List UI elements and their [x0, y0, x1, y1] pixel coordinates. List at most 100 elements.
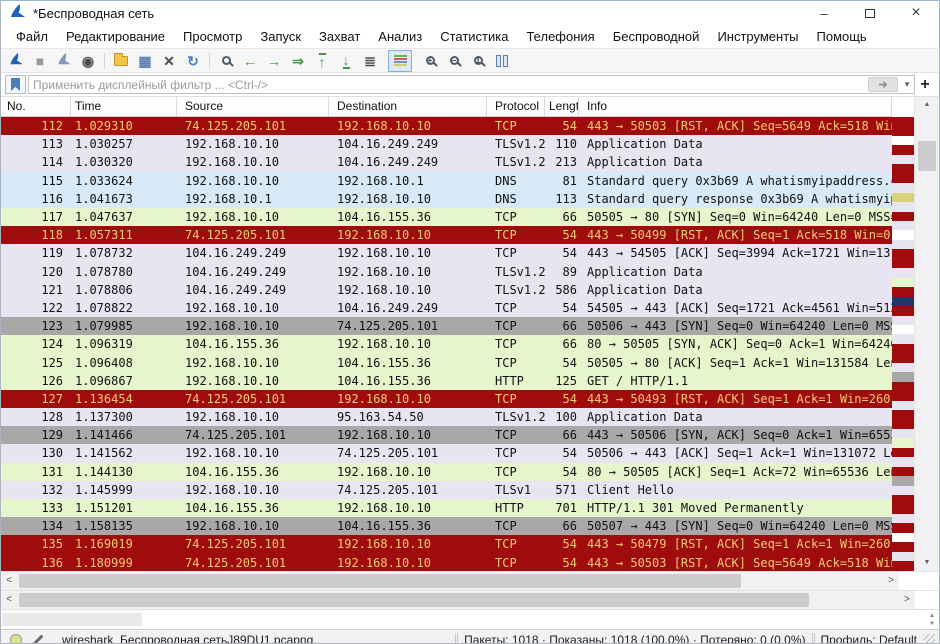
filter-bookmark-button[interactable] — [5, 75, 26, 94]
packet-row[interactable]: 1241.096319104.16.155.36192.168.10.10TCP… — [1, 335, 892, 353]
vertical-scrollbar-thumb[interactable] — [918, 141, 936, 171]
menu-item-go[interactable]: Запуск — [251, 27, 310, 46]
find-packet-button[interactable] — [214, 50, 238, 72]
packet-row[interactable]: 1181.05731174.125.205.101192.168.10.10TC… — [1, 226, 892, 244]
packet-row[interactable]: 1221.078822192.168.10.10104.16.249.249TC… — [1, 299, 892, 317]
reload-file-button[interactable]: ↻ — [181, 50, 205, 72]
scroll-right-icon[interactable]: > — [899, 591, 915, 609]
packet-row[interactable]: 1321.145999192.168.10.1074.125.205.101TL… — [1, 481, 892, 499]
packet-row[interactable]: 1211.078806104.16.249.249192.168.10.10TL… — [1, 281, 892, 299]
zoom-out-button[interactable]: − — [442, 50, 466, 72]
go-to-packet-button[interactable]: ⇒ — [286, 50, 310, 72]
scroll-right-icon[interactable]: > — [883, 572, 899, 590]
packet-proto: TLSv1.2 — [487, 155, 545, 169]
packet-row[interactable]: 1201.078780104.16.249.249192.168.10.10TL… — [1, 263, 892, 281]
auto-scroll-button[interactable]: ≣ — [358, 50, 382, 72]
scroll-left-icon[interactable]: < — [1, 572, 17, 590]
column-header-proto[interactable]: Protocol — [487, 97, 545, 116]
horizontal-scrollbar-thumb[interactable] — [19, 574, 741, 588]
horizontal-scrollbar-1[interactable]: < > — [1, 571, 939, 590]
packet-row[interactable]: 1251.096408192.168.10.10104.16.155.36TCP… — [1, 353, 892, 371]
save-file-button[interactable]: ▦ — [133, 50, 157, 72]
vertical-scrollbar[interactable]: ▲ ▼ — [914, 97, 939, 571]
close-button[interactable]: × — [893, 1, 939, 25]
colorize-button[interactable] — [388, 50, 412, 72]
packet-row[interactable]: 1151.033624192.168.10.10192.168.10.1DNS8… — [1, 172, 892, 190]
menu-item-tools[interactable]: Инструменты — [708, 27, 807, 46]
column-header-time[interactable]: Time — [71, 97, 177, 116]
menu-item-analyze[interactable]: Анализ — [369, 27, 431, 46]
packet-no: 130 — [1, 446, 71, 460]
menu-item-capture[interactable]: Захват — [310, 27, 369, 46]
start-capture-button[interactable] — [4, 50, 28, 72]
packet-row[interactable]: 1361.18099974.125.205.101192.168.10.10TC… — [1, 554, 892, 572]
packet-row[interactable]: 1171.047637192.168.10.10104.16.155.36TCP… — [1, 208, 892, 226]
packet-row[interactable]: 1351.16901974.125.205.101192.168.10.10TC… — [1, 535, 892, 553]
filter-dropdown-button[interactable]: ▾ — [900, 79, 914, 90]
spin-up-icon[interactable]: ▲ — [929, 612, 935, 620]
packet-row[interactable]: 1261.096867192.168.10.10104.16.155.36HTT… — [1, 372, 892, 390]
apply-filter-button[interactable]: ➜ — [868, 77, 898, 92]
scroll-left-icon[interactable]: < — [1, 591, 17, 609]
stop-capture-button[interactable]: ■ — [28, 50, 52, 72]
packet-row[interactable]: 1271.13645474.125.205.101192.168.10.10TC… — [1, 390, 892, 408]
column-header-no[interactable]: No. — [1, 97, 71, 116]
menu-item-view[interactable]: Просмотр — [174, 27, 251, 46]
packet-info: Client Hello — [579, 483, 892, 497]
profile-label[interactable]: Профиль: Default — [821, 633, 918, 644]
packet-row[interactable]: 1301.141562192.168.10.1074.125.205.101TC… — [1, 444, 892, 462]
packet-row[interactable]: 1161.041673192.168.10.1192.168.10.10DNS1… — [1, 190, 892, 208]
go-first-button[interactable]: ↑ — [310, 50, 334, 72]
spin-down-icon[interactable]: ▼ — [929, 620, 935, 628]
packet-row[interactable]: 1291.14146674.125.205.101192.168.10.10TC… — [1, 426, 892, 444]
column-header-src[interactable]: Source — [177, 97, 329, 116]
zoom-original-button[interactable]: 1 — [466, 50, 490, 72]
restart-capture-button[interactable] — [52, 50, 76, 72]
column-header-dst[interactable]: Destination — [329, 97, 487, 116]
scroll-up-icon[interactable]: ▲ — [915, 97, 939, 113]
column-header-info[interactable]: Info — [579, 97, 892, 116]
close-file-button[interactable]: ✕ — [157, 50, 181, 72]
horizontal-scrollbar-thumb[interactable] — [19, 593, 809, 607]
expert-info-button[interactable] — [10, 634, 22, 644]
zoom-in-button[interactable]: + — [418, 50, 442, 72]
packet-row[interactable]: 1341.158135192.168.10.10104.16.155.36TCP… — [1, 517, 892, 535]
go-forward-button[interactable]: → — [262, 50, 286, 72]
go-back-button[interactable]: ← — [238, 50, 262, 72]
packet-list-pane: No.TimeSourceDestinationProtocolLengthIn… — [1, 97, 892, 571]
menu-item-help[interactable]: Помощь — [808, 27, 876, 46]
packet-no: 132 — [1, 483, 71, 497]
packet-src: 192.168.10.10 — [177, 356, 329, 370]
capture-comment-button[interactable] — [32, 633, 45, 644]
status-bar: wireshark_Беспроводная сетьJ89DU1.pcapng… — [1, 629, 939, 644]
display-filter-input[interactable] — [29, 78, 868, 92]
resize-grip[interactable] — [923, 634, 935, 644]
packet-row[interactable]: 1141.030320192.168.10.10104.16.249.249TL… — [1, 153, 892, 171]
menu-item-file[interactable]: Файл — [7, 27, 57, 46]
resize-columns-button[interactable] — [490, 50, 514, 72]
packet-row[interactable]: 1231.079985192.168.10.1074.125.205.101TC… — [1, 317, 892, 335]
packet-row[interactable]: 1331.151201104.16.155.36192.168.10.10HTT… — [1, 499, 892, 517]
go-last-button[interactable]: ↓ — [334, 50, 358, 72]
minimap[interactable] — [892, 97, 914, 571]
horizontal-scrollbar-2[interactable]: < > — [1, 590, 939, 609]
packet-row[interactable]: 1131.030257192.168.10.10104.16.249.249TL… — [1, 135, 892, 153]
packet-row[interactable]: 1311.144130104.16.155.36192.168.10.10TCP… — [1, 463, 892, 481]
capture-options-button[interactable]: ◉ — [76, 50, 100, 72]
scroll-down-icon[interactable]: ▼ — [915, 555, 939, 571]
column-header-len[interactable]: Length — [545, 97, 579, 116]
add-filter-button[interactable]: + — [915, 75, 935, 95]
menu-item-telephony[interactable]: Телефония — [517, 27, 603, 46]
menu-item-wireless[interactable]: Беспроводной — [604, 27, 709, 46]
menu-item-edit[interactable]: Редактирование — [57, 27, 174, 46]
packet-row[interactable]: 1281.137300192.168.10.1095.163.54.50TLSv… — [1, 408, 892, 426]
packet-row[interactable]: 1121.02931074.125.205.101192.168.10.10TC… — [1, 117, 892, 135]
maximize-button[interactable] — [847, 1, 893, 25]
packet-row[interactable]: 1191.078732104.16.249.249192.168.10.10TC… — [1, 244, 892, 262]
open-file-button[interactable] — [109, 50, 133, 72]
pane-spinner[interactable]: ▲ ▼ — [929, 612, 935, 628]
menu-item-statistics[interactable]: Статистика — [431, 27, 517, 46]
packet-no: 131 — [1, 465, 71, 479]
minimize-button[interactable]: – — [801, 1, 847, 25]
packet-len: 54 — [545, 446, 579, 460]
